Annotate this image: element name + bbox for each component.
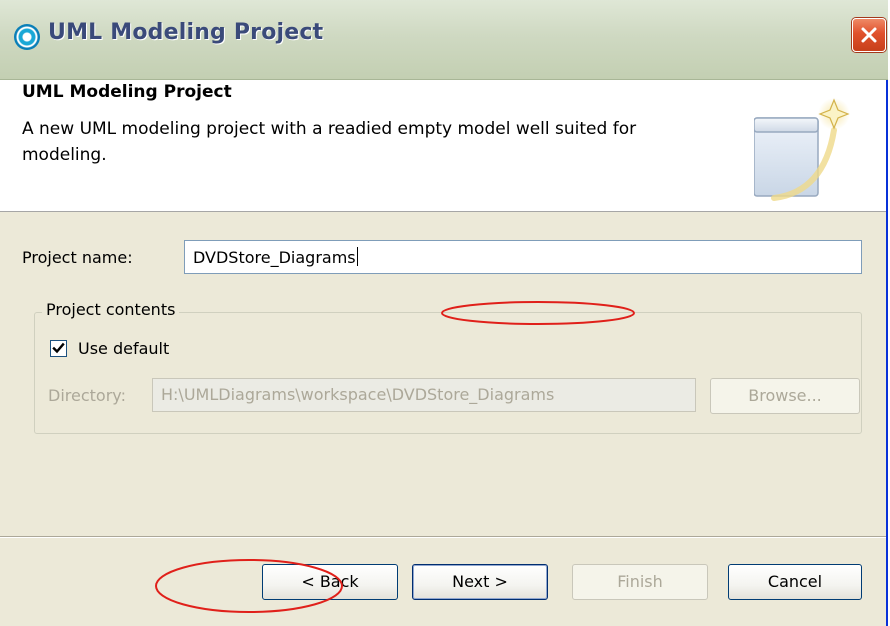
next-button[interactable]: Next >	[412, 564, 548, 600]
page-title: UML Modeling Project	[22, 82, 232, 102]
browse-button[interactable]: Browse...	[710, 378, 860, 414]
directory-value: H:\UMLDiagrams\workspace\DVDStore_Diagra…	[161, 385, 555, 404]
cancel-button[interactable]: Cancel	[728, 564, 862, 600]
button-bar-divider	[0, 536, 886, 538]
project-name-label: Project name:	[22, 248, 133, 267]
window-title: UML Modeling Project	[48, 20, 324, 45]
close-icon	[861, 27, 877, 43]
use-default-label[interactable]: Use default	[78, 339, 169, 358]
finish-button[interactable]: Finish	[572, 564, 708, 600]
page-description: A new UML modeling project with a readie…	[22, 119, 637, 165]
uml-project-icon	[14, 24, 40, 50]
project-contents-group	[34, 312, 862, 434]
uml-modeling-project-dialog: UML Modeling Project UML Modeling Projec…	[0, 0, 888, 626]
project-contents-label: Project contents	[42, 300, 180, 319]
title-bar[interactable]: UML Modeling Project	[0, 0, 888, 80]
project-name-value: DVDStore_Diagrams	[193, 248, 356, 267]
wizard-header: UML Modeling Project A new UML modeling …	[0, 80, 886, 212]
project-name-input[interactable]: DVDStore_Diagrams	[184, 240, 862, 274]
directory-input[interactable]: H:\UMLDiagrams\workspace\DVDStore_Diagra…	[152, 378, 696, 412]
directory-label: Directory:	[48, 386, 126, 405]
text-caret	[356, 247, 358, 266]
close-button[interactable]	[852, 18, 886, 52]
new-project-wizard-icon	[754, 98, 850, 201]
back-button[interactable]: < Back	[262, 564, 398, 600]
checkmark-icon	[52, 342, 65, 354]
use-default-checkbox[interactable]	[50, 340, 67, 357]
